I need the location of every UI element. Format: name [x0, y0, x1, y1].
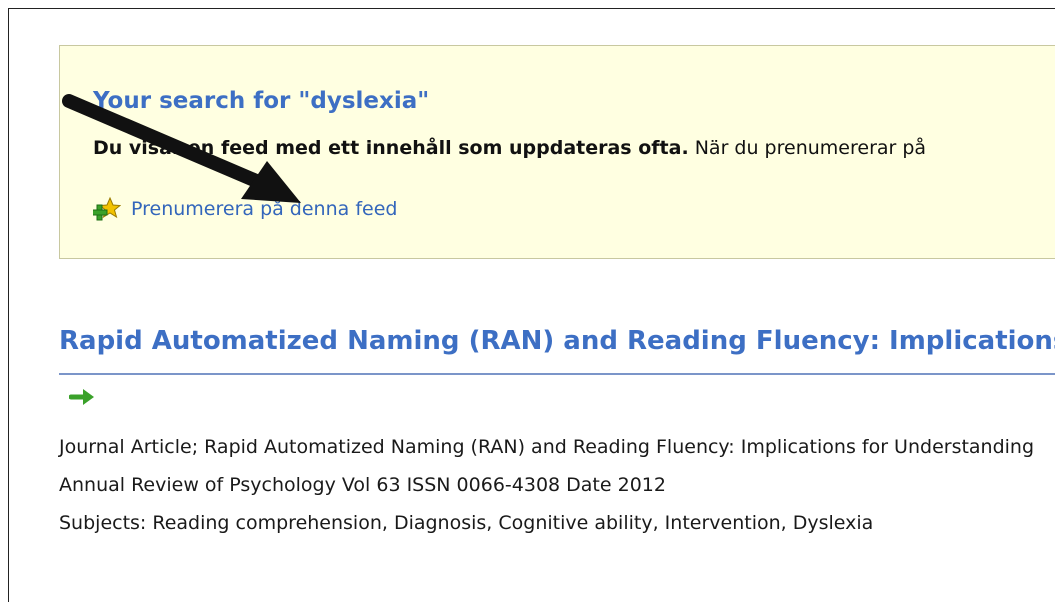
browser-content-frame: Your search for "dyslexia" Du visar en f…: [8, 8, 1055, 602]
article-type-line: Journal Article; Rapid Automatized Namin…: [59, 436, 1035, 458]
feed-description: Du visar en feed med ett innehåll som up…: [93, 137, 926, 159]
article-source-line: Annual Review of Psychology Vol 63 ISSN …: [59, 474, 666, 496]
feed-star-plus-icon: [93, 196, 121, 221]
feed-title: Your search for "dyslexia": [93, 88, 430, 114]
green-arrow-right-icon[interactable]: [69, 387, 97, 407]
feed-info-panel: Your search for "dyslexia" Du visar en f…: [59, 45, 1055, 259]
article-title-link[interactable]: Rapid Automatized Naming (RAN) and Readi…: [59, 326, 1055, 356]
feed-description-bold: Du visar en feed med ett innehåll som up…: [93, 137, 689, 159]
article-subjects-line: Subjects: Reading comprehension, Diagnos…: [59, 512, 874, 534]
article-divider: [59, 373, 1055, 375]
feed-description-rest: När du prenumererar på: [688, 137, 927, 159]
subscribe-link-label[interactable]: Prenumerera på denna feed: [131, 198, 397, 220]
subscribe-feed-link[interactable]: Prenumerera på denna feed: [93, 196, 397, 222]
